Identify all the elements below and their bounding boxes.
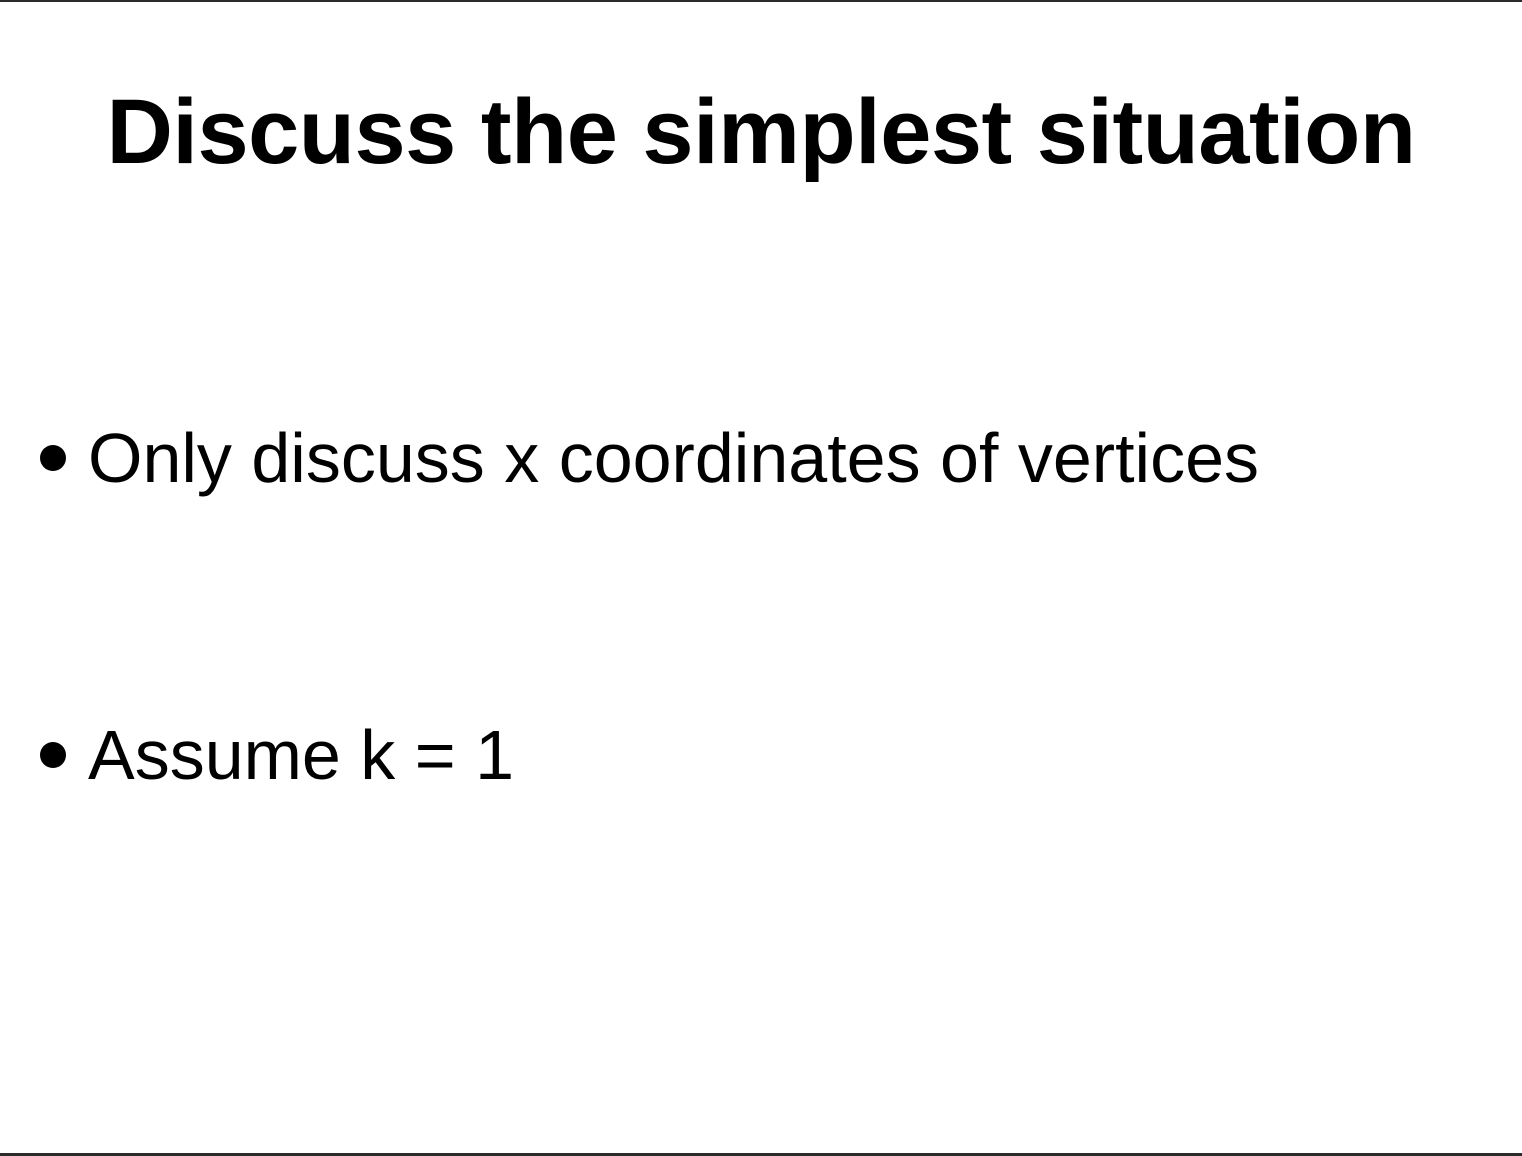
bullet-dot-icon (40, 445, 66, 471)
bullet-item: Only discuss x coordinates of vertices (40, 418, 1259, 498)
slide: Discuss the simplest situation Only disc… (0, 0, 1522, 1156)
bullet-dot-icon (40, 742, 66, 768)
bullet-text: Assume k = 1 (88, 716, 515, 794)
slide-title: Discuss the simplest situation (106, 81, 1416, 183)
bullet-text: Only discuss x coordinates of vertices (88, 419, 1260, 497)
bullet-item: Assume k = 1 (40, 715, 514, 795)
